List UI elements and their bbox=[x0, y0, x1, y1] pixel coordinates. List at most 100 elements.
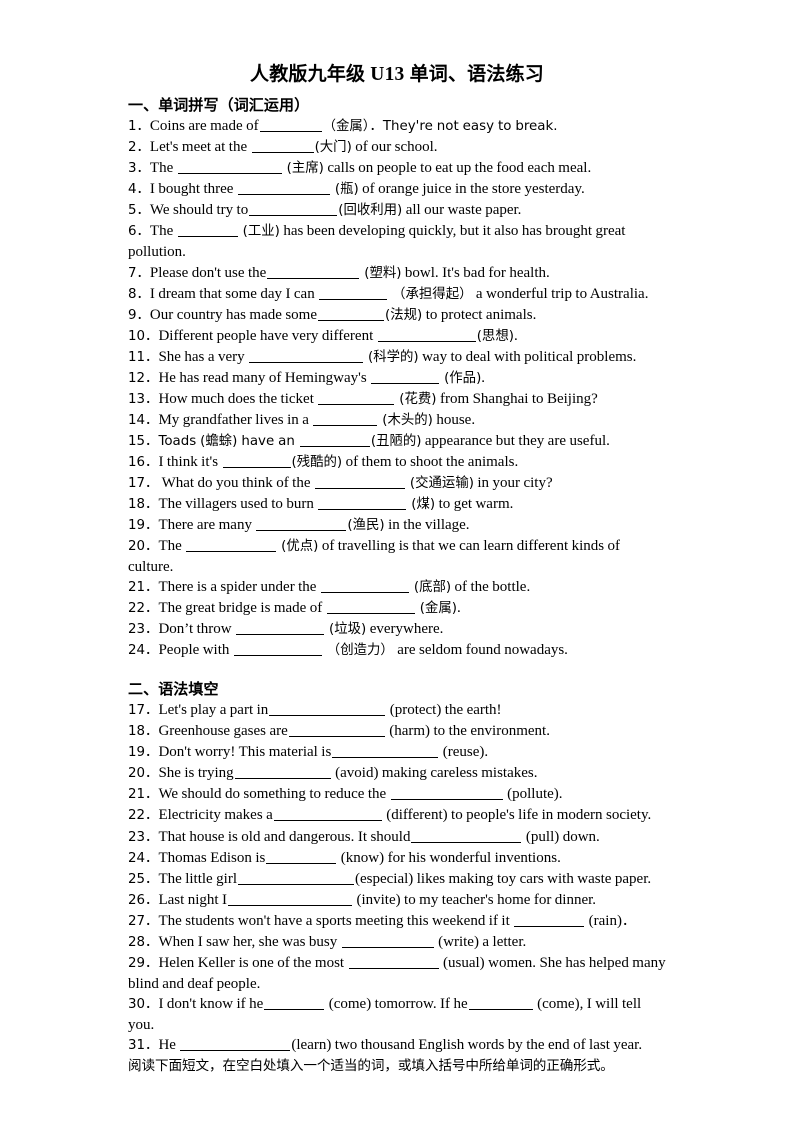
question-item: 9．Our country has made some (法规) to prote… bbox=[128, 305, 666, 326]
question-number: 21． bbox=[128, 787, 159, 803]
question-number: 28． bbox=[128, 934, 159, 950]
question-item: 21．There is a spider under the (底部) of t… bbox=[128, 577, 666, 598]
question-text-pre: Different people have very different bbox=[158, 327, 377, 344]
answer-blank[interactable] bbox=[177, 159, 282, 175]
question-item: 6．The (工业) has been developing quickly, … bbox=[128, 221, 666, 262]
answer-blank[interactable] bbox=[411, 828, 522, 843]
question-text-post: everywhere. bbox=[366, 621, 444, 638]
vocabulary-question-list: 1．Coins are made of （金属）．They're not easy… bbox=[128, 116, 666, 661]
answer-blank[interactable] bbox=[377, 327, 476, 342]
answer-blank[interactable] bbox=[299, 432, 370, 447]
answer-blank[interactable] bbox=[269, 701, 386, 717]
question-hint: (丑陋的) bbox=[370, 433, 422, 449]
question-item: 21．We should do something to reduce the … bbox=[128, 784, 666, 805]
question-text-post: to the environment. bbox=[430, 723, 550, 740]
question-number: 25． bbox=[128, 871, 159, 887]
answer-blank[interactable] bbox=[314, 474, 405, 489]
answer-blank[interactable] bbox=[249, 348, 364, 363]
question-item: 22．Electricity makes a (different) to pe… bbox=[128, 805, 666, 826]
answer-blank[interactable] bbox=[259, 117, 322, 133]
answer-blank[interactable] bbox=[177, 223, 238, 238]
answer-blank[interactable] bbox=[264, 995, 325, 1010]
answer-blank[interactable] bbox=[233, 642, 322, 657]
question-item: 14．My grandfather lives in a (木头的) house… bbox=[128, 410, 666, 431]
question-number: 17． bbox=[128, 703, 159, 719]
answer-blank[interactable] bbox=[236, 621, 325, 636]
question-text-pre: She has a very bbox=[158, 348, 249, 365]
question-item: 28．When I saw her, she was busy (write) … bbox=[128, 932, 666, 953]
question-text-post: to get warm. bbox=[435, 496, 514, 513]
question-number: 20． bbox=[128, 766, 159, 782]
question-text-post: a wonderful trip to Australia. bbox=[472, 285, 649, 302]
question-text-post: down. bbox=[559, 828, 600, 845]
answer-blank[interactable] bbox=[228, 891, 352, 906]
question-text-post: calls on people to eat up the food each … bbox=[323, 160, 592, 177]
question-item: 12．He has read many of Hemingway's (作品). bbox=[128, 368, 666, 389]
worksheet-page: 人教版九年级 U13 单词、语法练习 一、单词拼写（词汇运用） 1．Coins … bbox=[0, 0, 794, 1123]
question-text-post: . bbox=[456, 600, 461, 617]
question-text-pre: My grandfather lives in a bbox=[158, 411, 313, 428]
question-text-pre: Let's meet at the bbox=[149, 139, 251, 156]
question-text-pre: Coins are made of bbox=[149, 118, 259, 135]
answer-blank[interactable] bbox=[313, 411, 378, 426]
page-title: 人教版九年级 U13 单词、语法练习 bbox=[128, 62, 666, 87]
answer-blank[interactable] bbox=[348, 954, 439, 969]
question-number: 18． bbox=[128, 724, 159, 740]
question-text-pre: Last night I bbox=[158, 891, 227, 908]
question-text-post: ． bbox=[621, 913, 636, 929]
answer-blank[interactable] bbox=[249, 202, 338, 217]
question-text-post: for his wonderful inventions. bbox=[384, 849, 561, 866]
question-text-post: of orange juice in the store yesterday. bbox=[358, 181, 585, 198]
answer-blank[interactable] bbox=[332, 744, 439, 759]
question-number: 30． bbox=[128, 996, 159, 1012]
section-heading-vocabulary: 一、单词拼写（词汇运用） bbox=[128, 96, 666, 116]
question-hint: (rain) bbox=[585, 912, 622, 929]
answer-blank[interactable] bbox=[341, 933, 434, 948]
answer-blank[interactable] bbox=[288, 722, 385, 738]
question-text-post: of the bottle. bbox=[451, 579, 531, 596]
question-text-pre: I bought three bbox=[149, 181, 237, 198]
answer-blank[interactable] bbox=[237, 181, 330, 196]
question-hint: (pull) bbox=[522, 828, 560, 845]
answer-blank[interactable] bbox=[234, 765, 331, 780]
answer-blank[interactable] bbox=[267, 264, 360, 279]
question-text-pre: Helen Keller is one of the most bbox=[158, 954, 348, 971]
question-item: 24．Thomas Edison is (know) for his wonde… bbox=[128, 848, 666, 869]
answer-blank[interactable] bbox=[319, 285, 388, 300]
answer-blank[interactable] bbox=[222, 453, 291, 468]
question-item: 18．Greenhouse gases are (harm) to the en… bbox=[128, 721, 666, 742]
question-number: 27． bbox=[128, 913, 159, 929]
answer-blank[interactable] bbox=[326, 599, 415, 615]
answer-blank[interactable] bbox=[237, 870, 354, 885]
answer-blank[interactable] bbox=[468, 995, 533, 1010]
answer-blank[interactable] bbox=[320, 578, 409, 594]
question-text-pre: Greenhouse gases are bbox=[158, 723, 288, 740]
question-text-pre: The villagers used to burn bbox=[158, 496, 318, 513]
answer-blank[interactable] bbox=[251, 138, 314, 154]
question-text-post: to protect animals. bbox=[422, 306, 537, 323]
answer-blank[interactable] bbox=[371, 369, 440, 384]
answer-blank[interactable] bbox=[514, 912, 585, 927]
question-item: 1．Coins are made of （金属）．They're not easy… bbox=[128, 116, 666, 137]
question-text-pre: There is a spider under the bbox=[158, 579, 320, 596]
question-number: 26． bbox=[128, 892, 159, 908]
answer-blank[interactable] bbox=[318, 495, 407, 511]
question-number: 12． bbox=[128, 370, 159, 386]
question-text-post: a letter. bbox=[478, 933, 527, 950]
question-item: 20．She is trying (avoid) making careless… bbox=[128, 763, 666, 784]
question-item: 31．He (learn) two thousand English words… bbox=[128, 1035, 666, 1056]
answer-blank[interactable] bbox=[318, 306, 385, 321]
question-hint: (金属) bbox=[415, 601, 457, 617]
question-number: 3． bbox=[128, 161, 150, 177]
question-hint: （金属） bbox=[322, 119, 370, 135]
answer-blank[interactable] bbox=[256, 516, 347, 532]
answer-blank[interactable] bbox=[186, 537, 277, 553]
answer-blank[interactable] bbox=[180, 1036, 291, 1051]
answer-blank[interactable] bbox=[266, 849, 337, 864]
answer-blank[interactable] bbox=[318, 390, 395, 405]
question-hint: (塑料) bbox=[360, 265, 402, 281]
answer-blank[interactable] bbox=[273, 807, 382, 822]
question-number: 9． bbox=[128, 307, 150, 323]
answer-blank[interactable] bbox=[390, 786, 503, 801]
question-hint: (pollute) bbox=[503, 786, 559, 803]
